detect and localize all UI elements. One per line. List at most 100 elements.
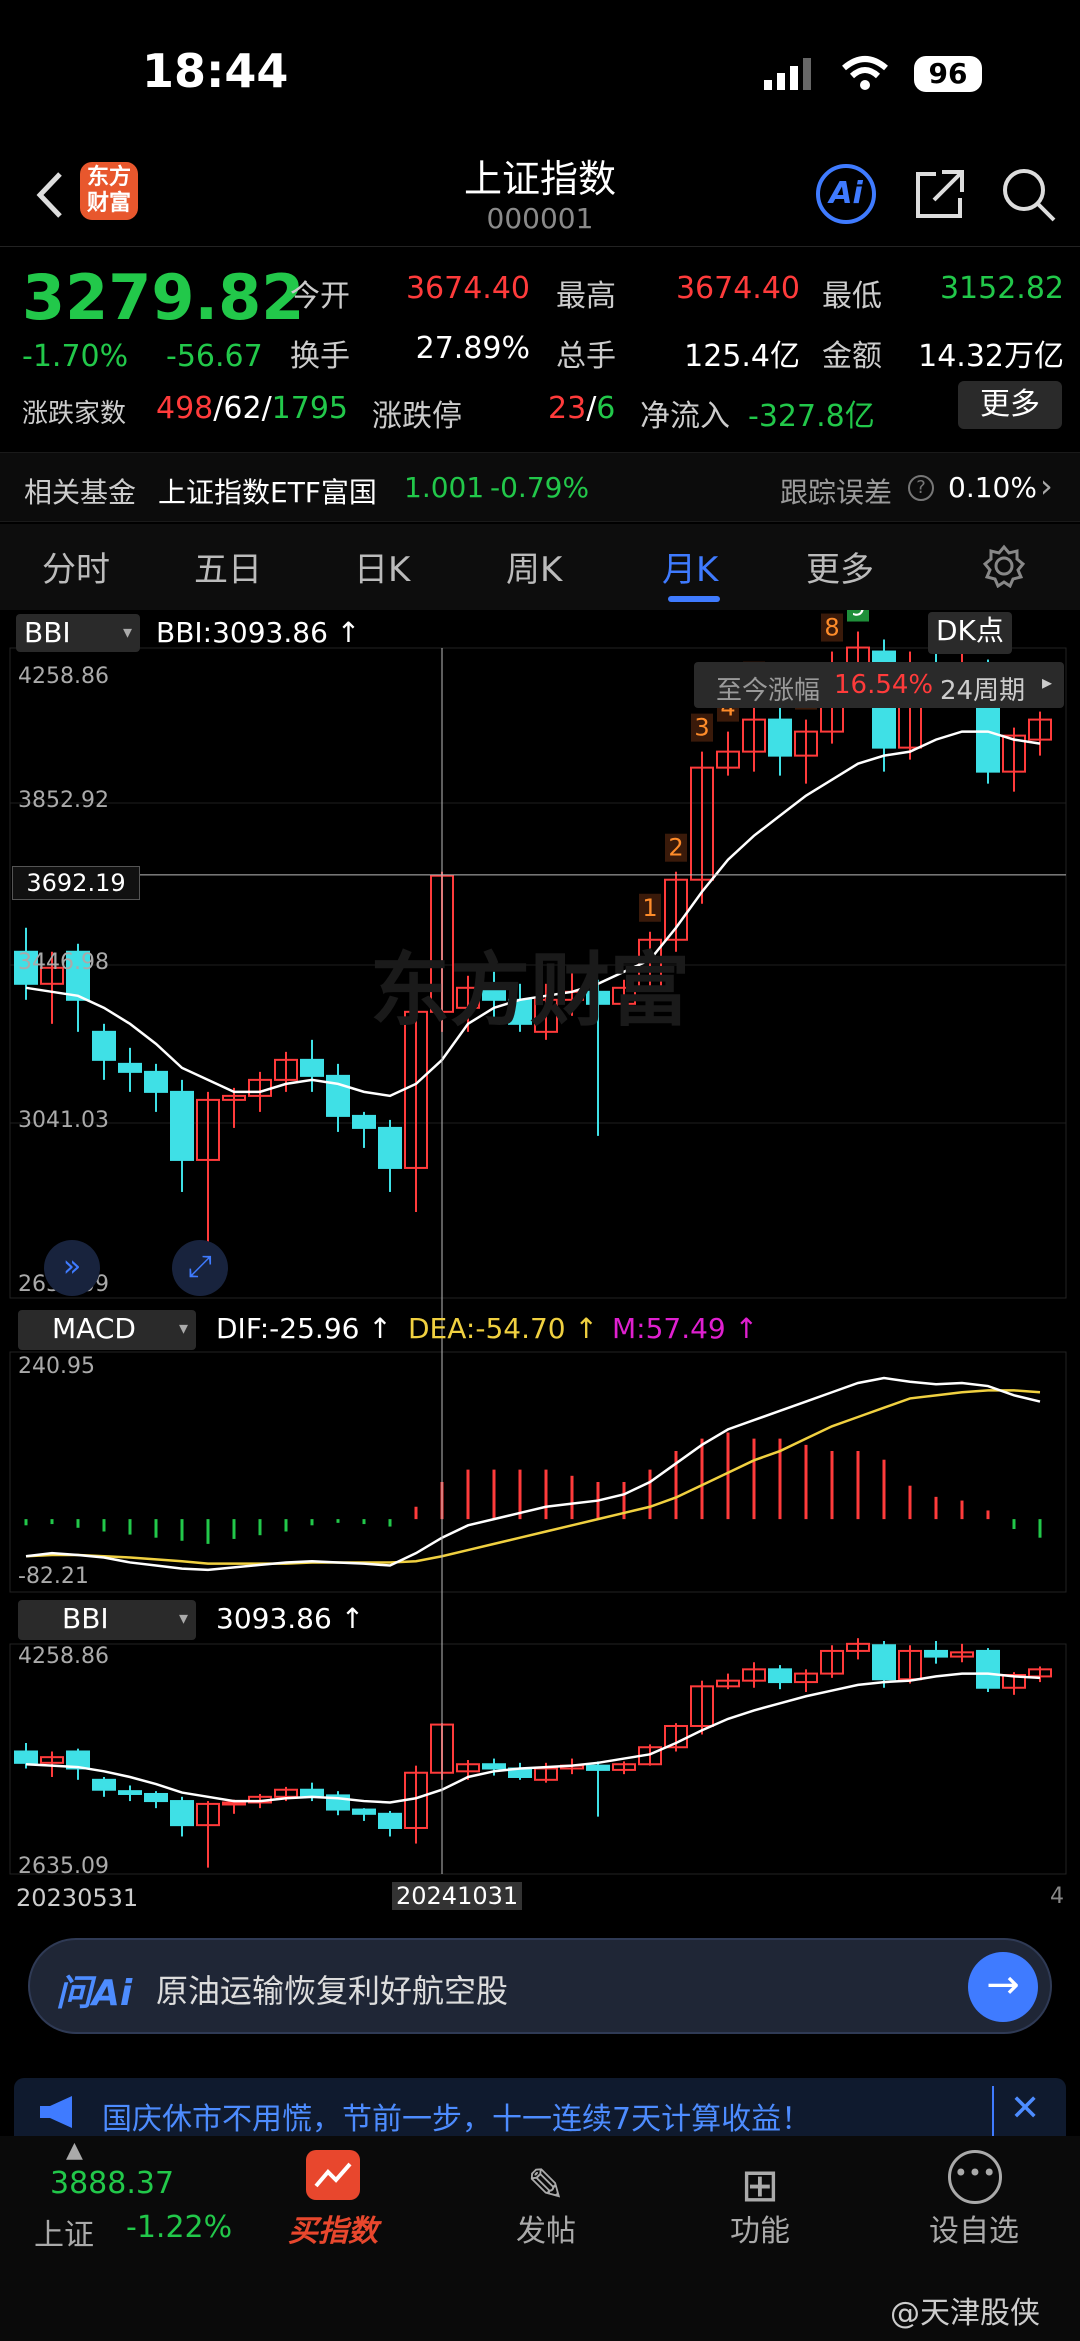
ask-ai-bar[interactable]: 问Ai 原油运输恢复利好航空股 → bbox=[28, 1938, 1052, 2034]
candle-body bbox=[352, 1114, 376, 1129]
macd-dea: DEA:-54.70 ↑ bbox=[408, 1312, 598, 1345]
macd-select[interactable]: MACD ▾ bbox=[18, 1310, 196, 1350]
mini-candle-body bbox=[144, 1792, 168, 1803]
x-start: 20230531 bbox=[16, 1884, 139, 1912]
macd-frame bbox=[9, 1351, 1067, 1593]
fund-price: 1.001 bbox=[404, 471, 485, 504]
limit-values: 23/6 bbox=[548, 391, 616, 426]
last-price: 3279.82 bbox=[22, 261, 305, 334]
search-icon[interactable] bbox=[1000, 166, 1058, 224]
macd-dif: DIF:-25.96 ↑ bbox=[216, 1312, 392, 1345]
nav-index-value[interactable]: 3888.37 bbox=[50, 2166, 174, 2201]
mini-candle-body bbox=[92, 1778, 116, 1791]
open-label: 今开 bbox=[290, 279, 350, 314]
status-time: 18:44 bbox=[142, 44, 289, 98]
settings-icon[interactable] bbox=[982, 544, 1026, 588]
candle-body bbox=[144, 1070, 168, 1093]
mini-candle-body bbox=[222, 1801, 246, 1806]
candle-body bbox=[768, 718, 792, 757]
sequence-label: 9 bbox=[850, 610, 865, 622]
chart-watermark: 东方财富 bbox=[370, 944, 690, 1037]
info-value: 16.54% bbox=[834, 670, 934, 700]
tab-weekly-k[interactable]: 周K bbox=[506, 542, 562, 591]
more-button[interactable]: 更多 bbox=[958, 381, 1062, 429]
mini-top: 4258.86 bbox=[18, 1644, 109, 1669]
mini-candle-body bbox=[768, 1668, 792, 1684]
main-indicator-select[interactable]: BBI ▾ bbox=[16, 614, 140, 652]
index-up-triangle-icon: ▲ bbox=[66, 2138, 83, 2163]
tab-more[interactable]: 更多 bbox=[806, 542, 874, 591]
more-dots-icon[interactable]: ••• bbox=[948, 2150, 1002, 2204]
help-icon[interactable]: ? bbox=[908, 475, 934, 501]
nav-add-watchlist[interactable]: 设自选 bbox=[894, 2206, 1054, 2250]
mini-candle-body bbox=[118, 1790, 142, 1795]
inflow-label: 净流入 bbox=[640, 399, 730, 434]
volume-label: 总手 bbox=[556, 339, 616, 374]
high-label: 最高 bbox=[556, 279, 616, 314]
fund-pct: -0.79% bbox=[490, 471, 590, 504]
signal-icon bbox=[764, 58, 811, 90]
mini-candle-body bbox=[170, 1800, 194, 1827]
banner-divider bbox=[992, 2086, 994, 2136]
megaphone-icon bbox=[40, 2096, 72, 2128]
macd-bottom: -82.21 bbox=[18, 1564, 89, 1589]
watermark-text: @天津股侠 bbox=[890, 2296, 1040, 2331]
send-arrow-icon[interactable]: → bbox=[968, 1952, 1038, 2022]
functions-grid-icon[interactable]: ⊞ bbox=[680, 2158, 840, 2212]
ai-button[interactable]: Ai bbox=[816, 164, 876, 224]
related-fund-bar[interactable]: 相关基金 上证指数ETF富国 1.001 -0.79% 跟踪误差 ? 0.10%… bbox=[0, 452, 1080, 522]
period-tabs: 分时 五日 日K 周K 月K 更多 bbox=[0, 524, 1080, 610]
close-icon[interactable]: ✕ bbox=[1010, 2088, 1040, 2129]
chart-canvas[interactable]: 123456789 bbox=[0, 610, 1080, 1918]
tab-five-day[interactable]: 五日 bbox=[194, 542, 262, 591]
status-bar: 18:44 96 bbox=[0, 0, 1080, 140]
share-icon[interactable] bbox=[912, 166, 968, 222]
y-tick-3: 3041.03 bbox=[18, 1108, 109, 1133]
candle-body bbox=[170, 1090, 194, 1161]
tab-intraday[interactable]: 分时 bbox=[42, 542, 110, 591]
wifi-icon bbox=[842, 56, 888, 90]
mini-candle-body bbox=[300, 1788, 324, 1797]
mini-indicator-select[interactable]: BBI ▾ bbox=[18, 1600, 196, 1640]
macd-dea-line bbox=[25, 1389, 1041, 1565]
candle-body bbox=[118, 1062, 142, 1073]
macd-m: M:57.49 ↑ bbox=[612, 1312, 759, 1345]
change-value: -56.67 bbox=[166, 339, 263, 374]
post-icon[interactable]: ✎ bbox=[466, 2158, 626, 2212]
bbi-readout: BBI:3093.86 ↑ bbox=[156, 616, 361, 649]
kline-chart[interactable]: 123456789 BBI▾ BBI:3093.86 ↑ DK点 至今涨幅 16… bbox=[0, 610, 1080, 1918]
ai-prompt-text: 原油运输恢复利好航空股 bbox=[156, 1972, 509, 2010]
fund-name: 上证指数ETF富国 bbox=[158, 476, 377, 509]
nav-functions[interactable]: 功能 bbox=[680, 2206, 840, 2250]
app-logo: 东方财富 bbox=[80, 162, 138, 220]
tab-daily-k[interactable]: 日K bbox=[354, 542, 410, 591]
mini-candle-body bbox=[482, 1763, 506, 1770]
candle-body bbox=[92, 1030, 116, 1061]
nav-index-pct: -1.22% bbox=[126, 2210, 233, 2245]
mini-candle-body bbox=[14, 1750, 38, 1764]
battery-indicator: 96 bbox=[914, 56, 982, 92]
inflow-value: -327.8亿 bbox=[748, 399, 875, 434]
expand-left-icon[interactable]: » bbox=[44, 1240, 100, 1296]
nav-buy-index[interactable]: 买指数 bbox=[253, 2206, 413, 2250]
tab-monthly-k[interactable]: 月K bbox=[662, 542, 718, 591]
mini-bbi-line bbox=[25, 1672, 1041, 1804]
mini-candle-body bbox=[924, 1649, 948, 1658]
high-value: 3674.40 bbox=[675, 271, 800, 306]
back-arrow-icon[interactable] bbox=[34, 170, 66, 220]
dk-point-button[interactable]: DK点 bbox=[928, 612, 1012, 654]
buy-index-icon[interactable] bbox=[306, 2150, 360, 2200]
change-pct: -1.70% bbox=[22, 339, 129, 374]
fullscreen-icon[interactable]: ⤢ bbox=[172, 1240, 228, 1296]
mini-bottom: 2635.09 bbox=[18, 1854, 109, 1879]
nav-index-name: 上证 bbox=[34, 2218, 94, 2253]
open-value: 3674.40 bbox=[405, 271, 530, 306]
period-info-box[interactable]: 至今涨幅 16.54% 24周期 ▸ bbox=[694, 662, 1064, 708]
bottom-nav: ▲ 3888.37 上证 -1.22% 买指数 ✎ 发帖 ⊞ 功能 ••• 设自… bbox=[0, 2136, 1080, 2341]
volume-value: 125.4亿 bbox=[684, 339, 800, 374]
nav-post[interactable]: 发帖 bbox=[466, 2206, 626, 2250]
chevron-right-icon: › bbox=[1040, 467, 1053, 505]
mini-candle-body bbox=[872, 1644, 896, 1681]
mini-candle-body bbox=[378, 1812, 402, 1829]
active-tab-indicator bbox=[668, 596, 720, 602]
